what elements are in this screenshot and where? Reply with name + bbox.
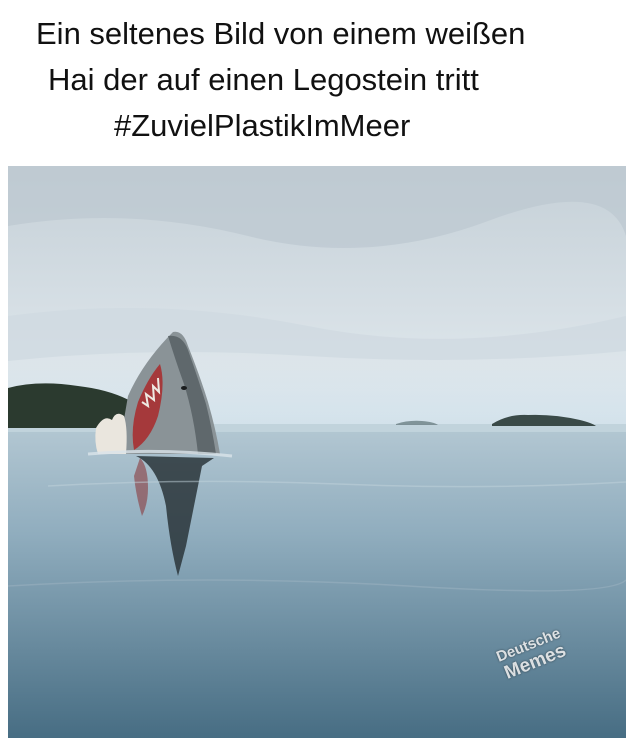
caption-line-2: Hai der auf einen Legostein tritt (48, 62, 479, 97)
caption-line-1: Ein seltenes Bild von einem weißen (36, 16, 526, 51)
meme-caption: Ein seltenes Bild von einem weißen Hai d… (0, 12, 634, 162)
shark-eye (181, 386, 187, 390)
caption-hashtag: #ZuvielPlastikImMeer (114, 108, 411, 143)
